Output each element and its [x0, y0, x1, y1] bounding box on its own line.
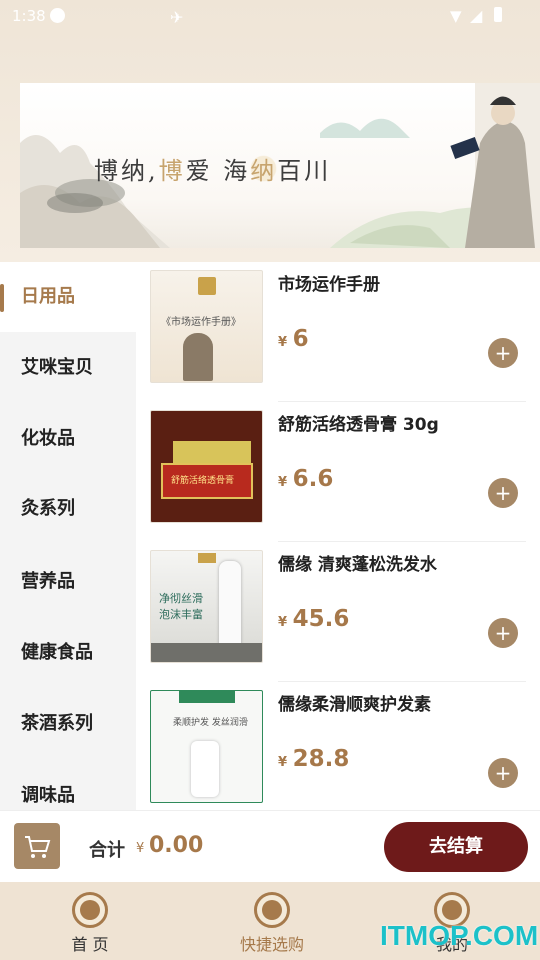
cart-bar: 合计 ¥ 0.00 去结算: [0, 810, 540, 882]
tab-label: 快捷选购: [239, 935, 304, 954]
price-currency: ¥: [278, 475, 288, 490]
product-item[interactable]: 《市场运作手册》 市场运作手册 ¥ 6 +: [136, 262, 540, 402]
thumb-figure: [183, 333, 213, 381]
airplane-icon: ✈: [170, 8, 184, 27]
product-price: ¥ 6: [278, 326, 309, 352]
product-price: ¥ 28.8: [278, 746, 349, 772]
slogan-part: 爱 海: [185, 157, 251, 185]
thumb-base: [151, 643, 262, 662]
product-item[interactable]: 净彻丝滑 泡沫丰富 儒缘 清爽蓬松洗发水 ¥ 45.6 +: [136, 542, 540, 682]
checkout-button[interactable]: 去结算: [384, 822, 528, 872]
tab-label: 首 页: [71, 935, 109, 954]
tab-home[interactable]: 首 页: [30, 882, 150, 960]
category-item-baby[interactable]: 艾咪宝贝: [0, 333, 136, 403]
thumb-header-bar: [179, 691, 235, 703]
battery-icon: [494, 7, 502, 22]
add-to-cart-button[interactable]: +: [488, 338, 518, 368]
product-name: 市场运作手册: [278, 275, 380, 295]
product-thumbnail[interactable]: 柔顺护发 发丝润滑: [150, 690, 263, 803]
total-currency: ¥: [136, 841, 145, 856]
add-to-cart-button[interactable]: +: [488, 618, 518, 648]
product-item[interactable]: 舒筋活络透骨膏 舒筋活络透骨膏 30g ¥ 6.6 +: [136, 402, 540, 542]
category-item-tea-wine[interactable]: 茶酒系列: [0, 689, 136, 759]
status-bar: 1:38 ✈ ▼ ◢: [0, 0, 540, 32]
thumb-caption: 柔顺护发 发丝润滑: [173, 718, 248, 728]
add-to-cart-button[interactable]: +: [488, 478, 518, 508]
product-name: 儒缘柔滑顺爽护发素: [278, 695, 431, 715]
promo-banner[interactable]: 博纳,博爱 海纳百川: [20, 83, 540, 248]
product-name: 儒缘 清爽蓬松洗发水: [278, 555, 437, 575]
slogan-highlight: 博: [158, 157, 186, 185]
slogan-part: 百川: [277, 157, 332, 185]
home-icon: [72, 892, 108, 928]
product-item[interactable]: 柔顺护发 发丝润滑 儒缘柔滑顺爽护发素 ¥ 28.8 +: [136, 682, 540, 810]
product-price: ¥ 6.6: [278, 466, 333, 492]
price-value: 6.6: [292, 466, 334, 492]
wifi-icon: ▼: [450, 7, 462, 25]
total-value: 0.00: [149, 833, 204, 858]
price-value: 6: [292, 326, 309, 352]
watermark-text: ITMOP.COM: [380, 920, 539, 951]
tab-quick-shop[interactable]: 快捷选购: [212, 882, 332, 960]
notification-icon: [50, 8, 65, 23]
category-item-nutrition[interactable]: 营养品: [0, 547, 136, 617]
slogan-part: 博纳,: [94, 157, 159, 185]
category-item-cosmetics[interactable]: 化妆品: [0, 404, 136, 474]
price-value: 45.6: [292, 606, 350, 632]
thumb-caption: 《市场运作手册》: [161, 317, 241, 328]
product-thumbnail[interactable]: 净彻丝滑 泡沫丰富: [150, 550, 263, 663]
product-name: 舒筋活络透骨膏 30g: [278, 415, 439, 435]
price-currency: ¥: [278, 615, 288, 630]
thumb-bottle: [219, 561, 241, 651]
signal-icon: ◢: [470, 6, 483, 25]
product-thumbnail[interactable]: 《市场运作手册》: [150, 270, 263, 383]
price-currency: ¥: [278, 755, 288, 770]
product-thumbnail[interactable]: 舒筋活络透骨膏: [150, 410, 263, 523]
banner-slogan: 博纳,博爱 海纳百川: [94, 151, 331, 186]
price-currency: ¥: [278, 335, 288, 350]
category-item-moxibustion[interactable]: 灸系列: [0, 474, 136, 544]
thumb-tube: [191, 741, 219, 797]
add-to-cart-button[interactable]: +: [488, 758, 518, 788]
thumb-logo-icon: [198, 553, 216, 563]
product-list: 《市场运作手册》 市场运作手册 ¥ 6 + 舒筋活络透骨膏 舒筋活络透骨膏 30…: [136, 262, 540, 810]
thumb-caption: 舒筋活络透骨膏: [171, 476, 235, 486]
thumb-logo-icon: [198, 277, 216, 295]
shopping-cart-icon: [254, 892, 290, 928]
slogan-highlight-circle: 纳: [250, 151, 278, 186]
product-price: ¥ 45.6: [278, 606, 349, 632]
thumb-caption: 净彻丝滑 泡沫丰富: [159, 592, 203, 621]
category-item-daily[interactable]: 日用品: [0, 262, 136, 332]
category-item-health-food[interactable]: 健康食品: [0, 618, 136, 688]
category-sidebar: 日用品 艾咪宝贝 化妆品 灸系列 营养品 健康食品 茶酒系列 调味品: [0, 262, 136, 810]
price-value: 28.8: [292, 746, 350, 772]
total-label: 合计: [89, 840, 125, 861]
shopping-cart-icon[interactable]: [14, 823, 60, 869]
status-time: 1:38: [12, 7, 46, 25]
